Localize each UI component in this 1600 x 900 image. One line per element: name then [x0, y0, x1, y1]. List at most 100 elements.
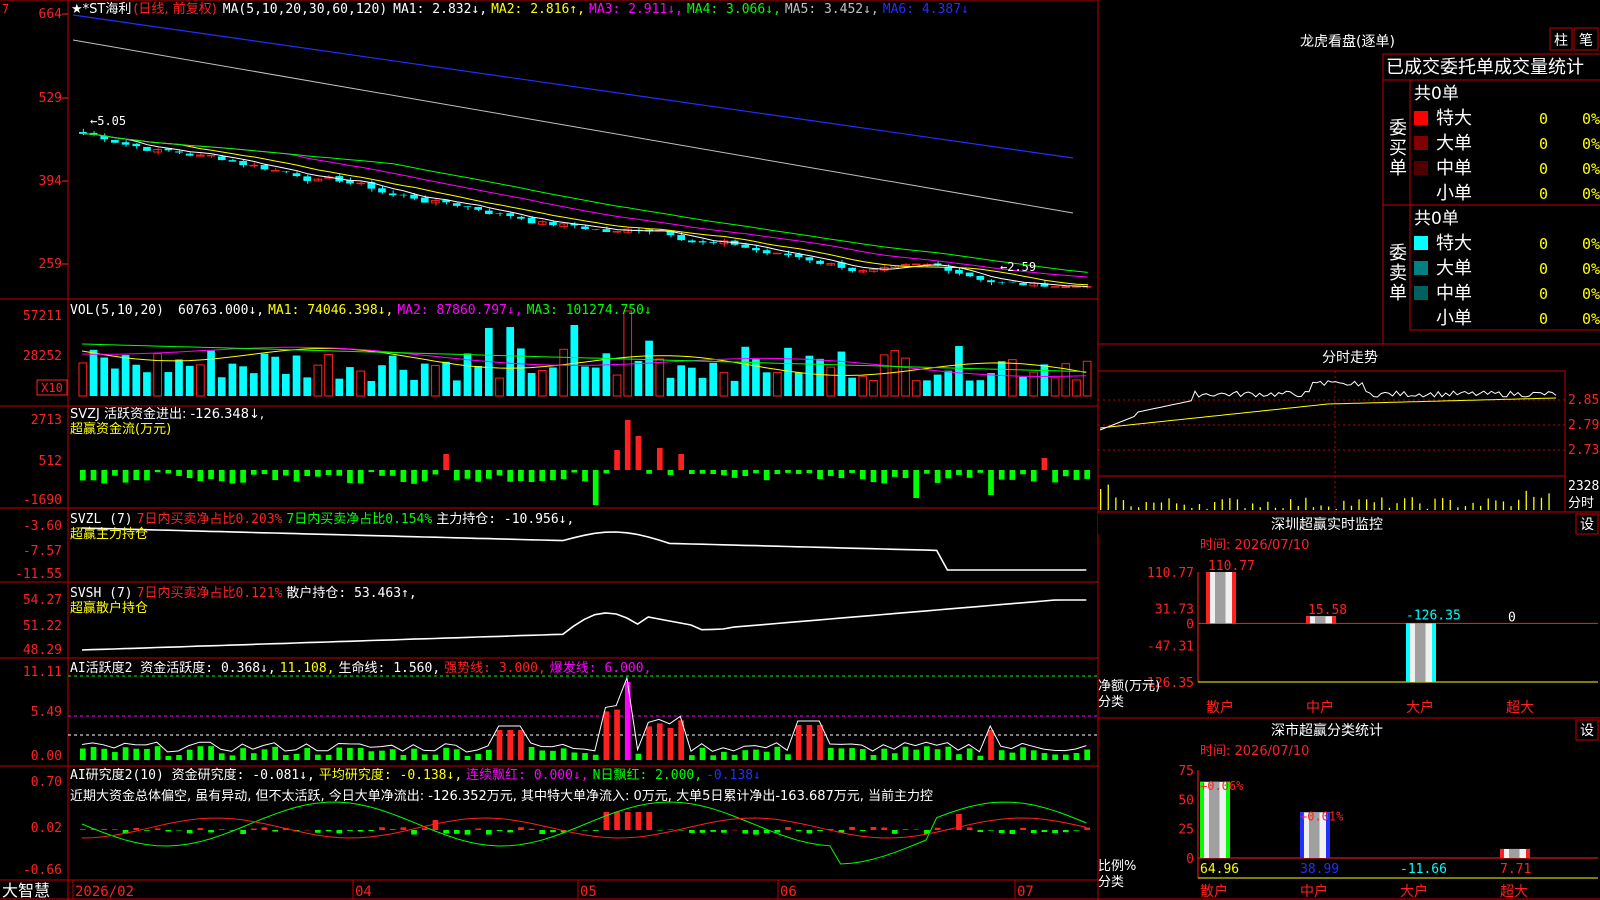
volume-bar-down	[987, 373, 995, 396]
volume-bar-up	[431, 364, 440, 397]
flow-bar-out	[795, 470, 802, 474]
activity-bar	[592, 754, 599, 760]
flow-bar-out	[924, 470, 930, 474]
intraday-vol-bar	[1191, 507, 1193, 510]
candle-body-down	[848, 267, 856, 272]
sell-row-count: 0	[1539, 260, 1548, 278]
sz-monitor-unit: 净额(万元)	[1098, 679, 1160, 694]
retail-holding-line	[81, 599, 1087, 651]
activity-bar	[112, 752, 118, 760]
candle-body-down	[388, 193, 397, 196]
activity-bar	[80, 748, 86, 760]
sell-row-label: 特大	[1436, 233, 1472, 254]
flow-bar-out	[325, 470, 332, 475]
ma-value-3: MA4: 3.066↓,	[687, 2, 781, 17]
volume-bar-up	[324, 354, 333, 397]
ma30-line	[83, 133, 1088, 273]
sz-monitor-category: 中户	[1306, 699, 1334, 716]
flow-bar-out	[731, 470, 738, 478]
research-bar-neg	[336, 830, 343, 834]
activity-bar	[518, 730, 524, 760]
active-item-4: 爆发线: 6.000,	[550, 660, 652, 676]
sz-monitor-value: 110.77	[1208, 559, 1255, 574]
activity-bar	[550, 750, 556, 760]
intraday-vol-bar	[1373, 502, 1375, 510]
active-tick: 5.49	[31, 705, 62, 720]
buy-row-pct: 0%	[1582, 160, 1600, 178]
volume-bar-down	[239, 366, 247, 396]
intraday-vol-bar	[1426, 508, 1429, 510]
activity-bar	[304, 748, 311, 760]
volume-bar-up	[890, 350, 900, 397]
research-tick: -0.66	[23, 863, 62, 878]
flow-bar-out	[699, 470, 706, 474]
date-label: 04	[355, 884, 372, 900]
active-item-3: 强势线: 3.000,	[444, 660, 546, 676]
candle-body-down	[474, 206, 482, 210]
activity-bar	[400, 755, 407, 760]
flow-bar-out	[389, 470, 396, 476]
volume-bar-down	[121, 355, 130, 396]
intraday-vol-bar	[1274, 507, 1277, 510]
volume-bar-up	[911, 380, 921, 397]
candle-body-down	[495, 213, 504, 214]
buy-row-label: 中单	[1436, 158, 1472, 179]
sz-classify-value: 7.71	[1500, 862, 1531, 877]
intraday-vol-bar	[1122, 500, 1125, 510]
sz-classify-unit: 比例%	[1098, 859, 1136, 874]
buy-row-count: 0	[1539, 110, 1548, 128]
flow-bar-out	[154, 470, 161, 473]
flow-bar-out	[218, 470, 225, 482]
flow-bar-out	[421, 470, 428, 482]
research-comment: 近期大资金总体偏空, 虽有异动, 但不太活跃, 今日大单净流出: -126.35…	[70, 788, 933, 804]
ma-value-2: MA3: 2.911↓,	[589, 2, 683, 17]
activity-bar	[464, 755, 471, 760]
activity-bar	[283, 755, 289, 760]
active-tick: 0.00	[31, 749, 62, 764]
activity-bar	[827, 747, 834, 760]
research-bar-neg	[539, 830, 546, 835]
research-bar-neg	[240, 830, 246, 835]
volume-bar-down	[752, 359, 760, 396]
stock-chart-canvas[interactable]: 7 ★*ST海利 (日线, 前复权) MA(5,10,20,30,60,120) MA1…	[0, 0, 1600, 900]
activity-bar	[859, 749, 866, 760]
price-tick: 529	[39, 91, 62, 106]
volume-bar-down	[164, 372, 173, 396]
activity-bar	[528, 746, 535, 760]
flow-bar-out	[785, 470, 791, 473]
svsh-tick: 54.27	[23, 593, 62, 608]
intraday-vol-bar	[1350, 505, 1353, 510]
sz-classify-bar-shade	[1509, 848, 1520, 858]
flow-bar-in	[678, 454, 684, 470]
research-bar-pos	[902, 829, 909, 830]
intraday-vol-bar	[1138, 507, 1140, 510]
flow-bar-out	[539, 470, 546, 481]
candle-body-down	[378, 188, 386, 193]
candle-body-up	[249, 164, 259, 167]
volume-bar-up	[1082, 360, 1092, 397]
activity-bar	[881, 748, 887, 760]
activity-bar	[582, 753, 588, 760]
flow-bar-out	[368, 470, 375, 473]
candle-body-up	[772, 252, 782, 255]
sell-row-label: 小单	[1436, 308, 1472, 329]
volume-bar-down	[997, 361, 1006, 396]
ma120-line	[72, 14, 1074, 159]
intraday-price-line	[1099, 380, 1557, 431]
intraday-vol-bar	[1252, 503, 1254, 510]
activity-bar	[411, 748, 417, 760]
research-bar-neg	[859, 830, 866, 831]
intraday-vol-bar	[1411, 497, 1413, 510]
buy-row-label: 小单	[1436, 183, 1472, 204]
volume-bar-up	[826, 366, 836, 397]
candle-body-down	[784, 253, 792, 256]
intraday-vol-bar	[1244, 508, 1246, 510]
flow-bar-out	[400, 470, 407, 482]
research-bar-pos	[133, 827, 140, 830]
candle-body-down	[399, 194, 408, 196]
candle-body-down	[260, 164, 269, 170]
candle-body-down	[1019, 282, 1027, 286]
volume-bar-down	[549, 367, 557, 396]
buy-row-pct: 0%	[1582, 135, 1600, 153]
research-bar-neg	[806, 830, 813, 834]
